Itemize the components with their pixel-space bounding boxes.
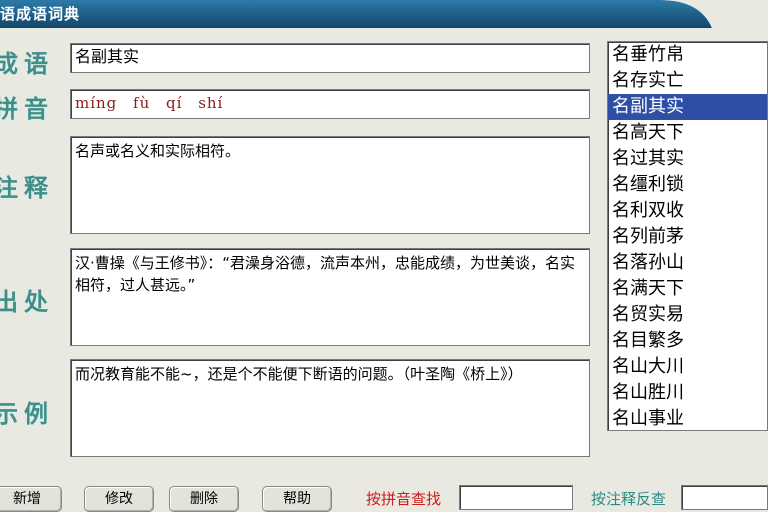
- delete-button[interactable]: 删除: [169, 486, 239, 512]
- definition-search-input[interactable]: [681, 485, 768, 510]
- list-item[interactable]: 名副其实: [608, 94, 767, 120]
- definition-field[interactable]: 名声或名义和实际相符。: [70, 136, 590, 234]
- help-button[interactable]: 帮助: [262, 486, 332, 512]
- list-item[interactable]: 名山事业: [608, 406, 767, 430]
- pinyin-value: míng fù qí shí: [75, 94, 224, 112]
- add-button[interactable]: 新增: [0, 486, 62, 512]
- app-title: 汉语成语词典: [0, 5, 81, 23]
- example-value: 而况教育能不能~，还是个不能便下断语的问题。（叶圣陶《桥上》）: [75, 365, 523, 383]
- list-item[interactable]: 名落孙山: [608, 250, 767, 276]
- definition-value: 名声或名义和实际相符。: [75, 142, 241, 160]
- list-item[interactable]: 名山胜川: [608, 380, 767, 406]
- pinyin-field[interactable]: míng fù qí shí: [70, 89, 590, 119]
- example-field[interactable]: 而况教育能不能~，还是个不能便下断语的问题。（叶圣陶《桥上》）: [70, 359, 590, 457]
- list-item[interactable]: 名贸实易: [608, 302, 767, 328]
- label-example: 示例: [0, 399, 54, 428]
- idiom-value: 名副其实: [75, 47, 140, 66]
- list-item[interactable]: 名垂竹帛: [608, 42, 767, 68]
- title-bar: 汉语成语词典: [0, 0, 768, 28]
- title-bar-background: [0, 0, 768, 28]
- label-source: 出处: [0, 287, 54, 316]
- label-definition: 注释: [0, 173, 54, 202]
- label-pinyin: 拼音: [0, 94, 54, 123]
- label-idiom: 成语: [0, 49, 54, 78]
- edit-button[interactable]: 修改: [84, 486, 154, 512]
- list-item[interactable]: 名存实亡: [608, 68, 767, 94]
- definition-search-label: 按注释反查: [591, 490, 667, 508]
- list-item[interactable]: 名利双收: [608, 198, 767, 224]
- source-value: 汉·曹操《与王修书》：“君澡身浴德，流声本州，忠能成绩，为世美谈，名实相符，过人…: [75, 254, 576, 294]
- list-item[interactable]: 名满天下: [608, 276, 767, 302]
- list-item[interactable]: 名列前茅: [608, 224, 767, 250]
- list-item[interactable]: 名缰利锁: [608, 172, 767, 198]
- pinyin-search-label: 按拼音查找: [366, 490, 442, 508]
- list-item[interactable]: 名高天下: [608, 120, 767, 146]
- idiom-list[interactable]: 名垂竹帛 名存实亡 名副其实 名高天下 名过其实 名缰利锁 名利双收 名列前茅 名落孙山 名满天下…: [607, 41, 768, 431]
- idiom-field[interactable]: 名副其实: [70, 43, 590, 73]
- list-item[interactable]: 名过其实: [608, 146, 767, 172]
- list-item[interactable]: 名目繁多: [608, 328, 767, 354]
- pinyin-search-input[interactable]: [459, 485, 573, 510]
- list-item[interactable]: 名山大川: [608, 354, 767, 380]
- source-field[interactable]: 汉·曹操《与王修书》：“君澡身浴德，流声本州，忠能成绩，为世美谈，名实相符，过人…: [70, 248, 590, 346]
